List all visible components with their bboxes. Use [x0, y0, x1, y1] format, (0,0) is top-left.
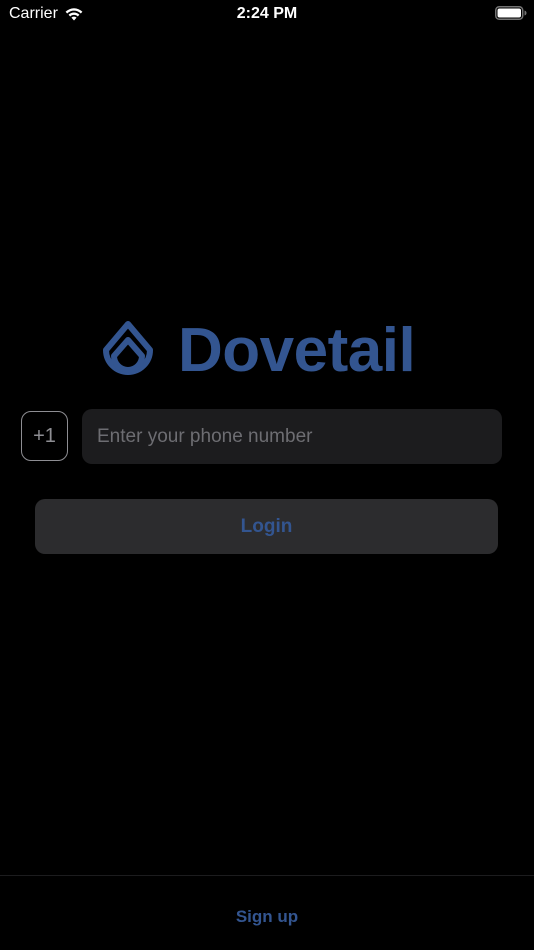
footer-divider [0, 875, 534, 876]
phone-number-input[interactable] [82, 409, 502, 464]
login-button[interactable]: Login [35, 499, 498, 554]
sign-up-link[interactable]: Sign up [0, 907, 534, 927]
dovetail-logo-icon [103, 321, 153, 375]
battery-icon [495, 6, 527, 20]
country-code-button[interactable]: +1 [21, 411, 68, 461]
status-time: 2:24 PM [236, 5, 298, 22]
app-name: Dovetail [178, 316, 416, 385]
status-bar: Carrier 2:24 PM [0, 0, 534, 30]
dovetail-logo: Dovetail [98, 316, 416, 385]
